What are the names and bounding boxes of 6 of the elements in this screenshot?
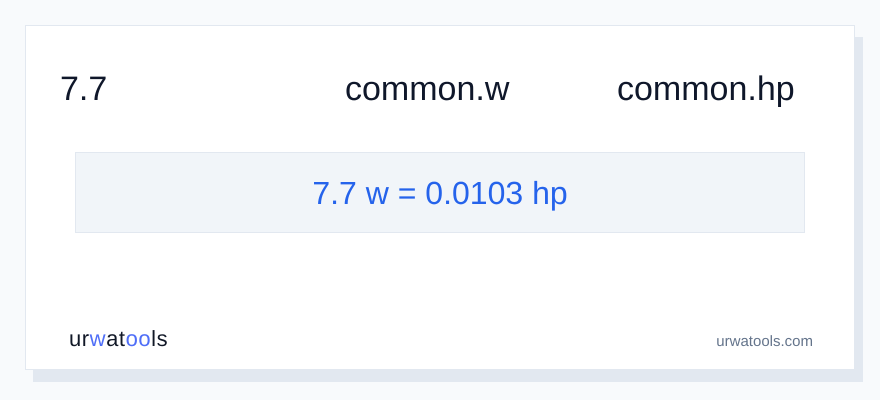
result-text: 7.7 w = 0.0103 hp <box>75 152 805 233</box>
site-text: urwatools.com <box>716 332 813 352</box>
logo: urwatools <box>69 325 168 353</box>
value-text: 7.7 <box>60 68 108 110</box>
to-unit: common.hp <box>617 68 795 110</box>
from-unit: common.w <box>345 68 510 110</box>
